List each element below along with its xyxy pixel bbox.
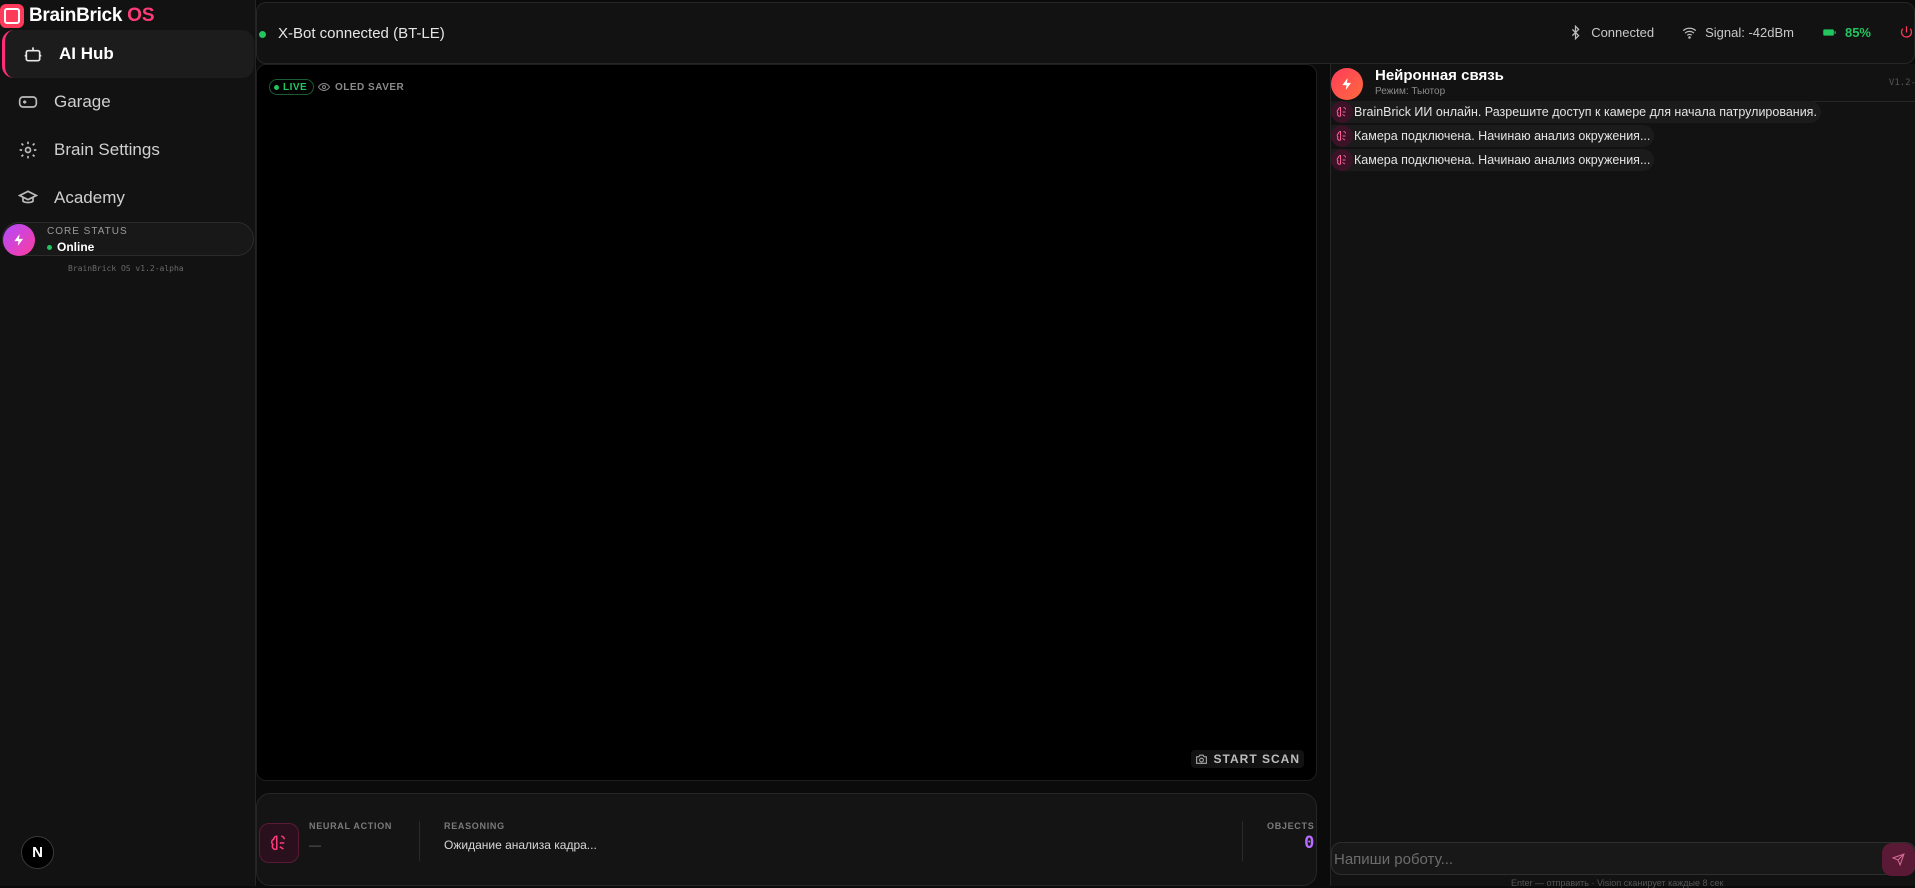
brand-accent: OS — [127, 5, 155, 26]
sidebar-item-garage[interactable]: Garage — [0, 78, 256, 126]
objects-label: OBJECTS — [1267, 821, 1315, 831]
battery-text: 85% — [1844, 25, 1871, 40]
chat-message-text: BrainBrick ИИ онлайн. Разрешите доступ к… — [1354, 105, 1817, 119]
battery-icon — [1823, 29, 1836, 36]
power-icon — [1900, 26, 1913, 38]
bluetooth-text: Connected — [1591, 25, 1655, 40]
app-version: BrainBrick OS v1.2-alpha — [68, 264, 184, 273]
analysis-bar: NEURAL ACTION — REASONING Ожидание анали… — [256, 793, 1317, 886]
robot-icon — [23, 44, 43, 64]
chat-mode: Режим: Тьютор — [1375, 86, 1446, 97]
power-button[interactable] — [1899, 25, 1914, 40]
divider — [419, 821, 420, 861]
chat-message: BrainBrick ИИ онлайн. Разрешите доступ к… — [1331, 101, 1821, 123]
live-text: LIVE — [283, 81, 308, 93]
oled-text: OLED SAVER — [335, 81, 405, 93]
sidebar-item-label: AI Hub — [59, 44, 114, 63]
reasoning-value: Ожидание анализа кадра... — [444, 838, 597, 852]
chat-title: Нейронная связь — [1375, 67, 1504, 84]
brand[interactable]: BrainBrick OS — [0, 2, 155, 30]
graduation-cap-icon — [18, 188, 38, 208]
chat-message-text: Камера подключена. Начинаю анализ окруже… — [1354, 153, 1651, 167]
send-icon — [1892, 853, 1905, 866]
reasoning-label: REASONING — [444, 821, 505, 831]
core-status-value: Online — [47, 240, 94, 254]
brand-name: BrainBrick — [29, 5, 123, 26]
core-status-label: CORE STATUS — [47, 226, 128, 237]
send-button[interactable] — [1882, 843, 1915, 876]
brain-icon — [259, 823, 299, 863]
bluetooth-icon — [1572, 25, 1580, 40]
chat-input-box — [1331, 842, 1915, 876]
sidebar-item-academy[interactable]: Academy — [0, 174, 256, 222]
sidebar-nav: AI Hub Garage Brain Settings Academy — [0, 30, 256, 222]
live-badge: LIVE — [269, 79, 315, 95]
chat-version: V1.2- — [1888, 78, 1915, 88]
bluetooth-status: Connected — [1568, 25, 1654, 40]
online-dot-icon — [47, 244, 52, 250]
chat-message: Камера подключена. Начинаю анализ окруже… — [1331, 125, 1655, 147]
bolt-icon — [1331, 68, 1363, 100]
sidebar-item-label: Brain Settings — [54, 140, 160, 159]
camera-feed: LIVE OLED SAVER START SCAN — [256, 64, 1317, 781]
objects: OBJECTS 0 — [1267, 821, 1314, 853]
sidebar-item-brain-settings[interactable]: Brain Settings — [0, 126, 256, 174]
sidebar-item-label: Garage — [54, 92, 111, 111]
reasoning: REASONING Ожидание анализа кадра... — [444, 821, 597, 852]
chip-logo-icon — [0, 4, 24, 28]
sidebar: BrainBrick OS AI Hub Garage Brain Settin… — [0, 0, 256, 886]
chat-input[interactable] — [1334, 847, 1834, 871]
divider — [1242, 821, 1243, 861]
neural-action-label: NEURAL ACTION — [309, 821, 393, 831]
battery-status: 85% — [1822, 25, 1871, 40]
chat-message-text: Камера подключена. Начинаю анализ окруже… — [1354, 129, 1651, 143]
gamepad-icon — [18, 92, 38, 112]
top-bar: X-Bot connected (BT-LE) Connected Signal… — [256, 2, 1915, 64]
avatar[interactable]: N — [21, 836, 54, 869]
brain-icon — [1331, 149, 1353, 171]
core-status-text: Online — [57, 240, 95, 254]
neural-action-value: — — [309, 838, 321, 852]
neural-action: NEURAL ACTION — — [309, 821, 392, 852]
camera-icon — [1195, 754, 1207, 764]
chat-header: Нейронная связь Режим: Тьютор V1.2- — [1331, 64, 1915, 102]
brain-icon — [1331, 101, 1353, 123]
brain-icon — [1331, 125, 1353, 147]
wifi-icon — [1682, 27, 1697, 39]
status-indicators: Connected Signal: -42dBm 85% — [1568, 25, 1914, 40]
chat-hint: Enter — отправить · Vision сканирует каж… — [1511, 878, 1724, 888]
chat-message: Камера подключена. Начинаю анализ окруже… — [1331, 149, 1655, 171]
connection-status: X-Bot connected (BT-LE) — [278, 25, 445, 42]
core-status-card: CORE STATUS Online — [2, 222, 254, 256]
gear-icon — [18, 140, 38, 160]
chat-panel: Нейронная связь Режим: Тьютор V1.2- Brai… — [1330, 64, 1915, 888]
bolt-icon — [3, 224, 35, 256]
start-scan-label: START SCAN — [1213, 752, 1300, 766]
eye-icon — [318, 82, 330, 92]
live-dot-icon — [274, 84, 279, 90]
oled-saver-toggle[interactable]: OLED SAVER — [318, 79, 404, 95]
sidebar-item-label: Academy — [54, 188, 125, 207]
sidebar-item-ai-hub[interactable]: AI Hub — [2, 30, 254, 78]
objects-count: 0 — [1304, 833, 1315, 853]
signal-status: Signal: -42dBm — [1682, 25, 1794, 40]
signal-text: Signal: -42dBm — [1705, 25, 1794, 40]
connection-dot-icon — [259, 31, 266, 38]
start-scan-button[interactable]: START SCAN — [1190, 750, 1304, 768]
